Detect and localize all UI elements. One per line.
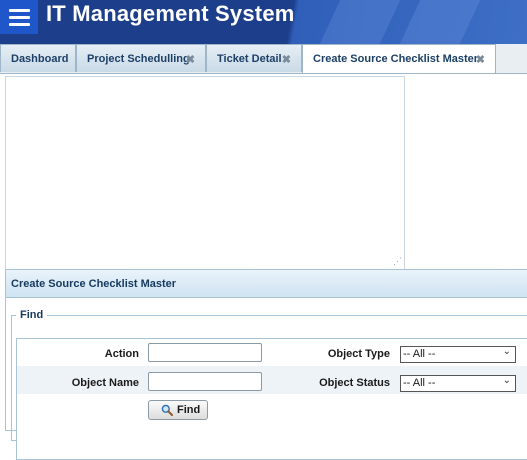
find-button[interactable]: Find	[148, 400, 208, 420]
tab-label: Dashboard	[11, 53, 69, 65]
object-status-select[interactable]: -- All -- ⌄	[400, 375, 516, 392]
find-button-label: Find	[177, 404, 201, 416]
action-input[interactable]	[148, 343, 262, 362]
tab-label: Project Schedulling	[87, 53, 190, 65]
tab-dashboard[interactable]: Dashboard	[0, 44, 76, 72]
close-icon[interactable]: ✖	[476, 53, 485, 66]
object-type-value: -- All --	[403, 348, 436, 360]
object-type-label: Object Type	[327, 348, 390, 360]
object-name-input[interactable]	[148, 372, 262, 391]
menu-icon[interactable]	[0, 0, 38, 34]
action-label: Action	[104, 348, 139, 360]
header-decoration	[319, 0, 401, 44]
chevron-down-icon: ⌄	[502, 375, 511, 386]
tab-ticket-detail[interactable]: Ticket Detail ✖	[206, 44, 302, 72]
object-status-value: -- All --	[403, 377, 436, 389]
chevron-down-icon: ⌄	[502, 346, 511, 357]
app-title: IT Management System	[46, 1, 295, 26]
magnifier-icon	[161, 404, 173, 416]
panel-title: Create Source Checklist Master	[6, 270, 527, 298]
object-name-label: Object Name	[71, 377, 139, 389]
tab-bar: Dashboard Project Schedulling ✖ Ticket D…	[0, 44, 527, 74]
find-fieldset: Find Action Object Name Object Type -- A…	[11, 309, 527, 460]
app-header: IT Management System	[0, 0, 527, 44]
object-type-select[interactable]: -- All -- ⌄	[400, 346, 516, 363]
tab-project-schedulling[interactable]: Project Schedulling ✖	[76, 44, 206, 72]
header-decoration	[399, 0, 481, 44]
close-icon[interactable]: ✖	[186, 53, 195, 66]
resize-grip-icon[interactable]: ⋰	[393, 256, 402, 267]
tab-label: Create Source Checklist Master	[313, 53, 479, 65]
close-icon[interactable]: ✖	[282, 53, 291, 66]
tab-label: Ticket Detail	[217, 53, 282, 65]
tab-create-source-checklist-master[interactable]: Create Source Checklist Master ✖	[302, 44, 496, 73]
content-frame: ⋰	[5, 76, 405, 270]
find-legend: Find	[20, 309, 44, 321]
find-form: Action Object Name Object Type -- All --…	[16, 338, 527, 460]
object-status-label: Object Status	[319, 377, 390, 389]
